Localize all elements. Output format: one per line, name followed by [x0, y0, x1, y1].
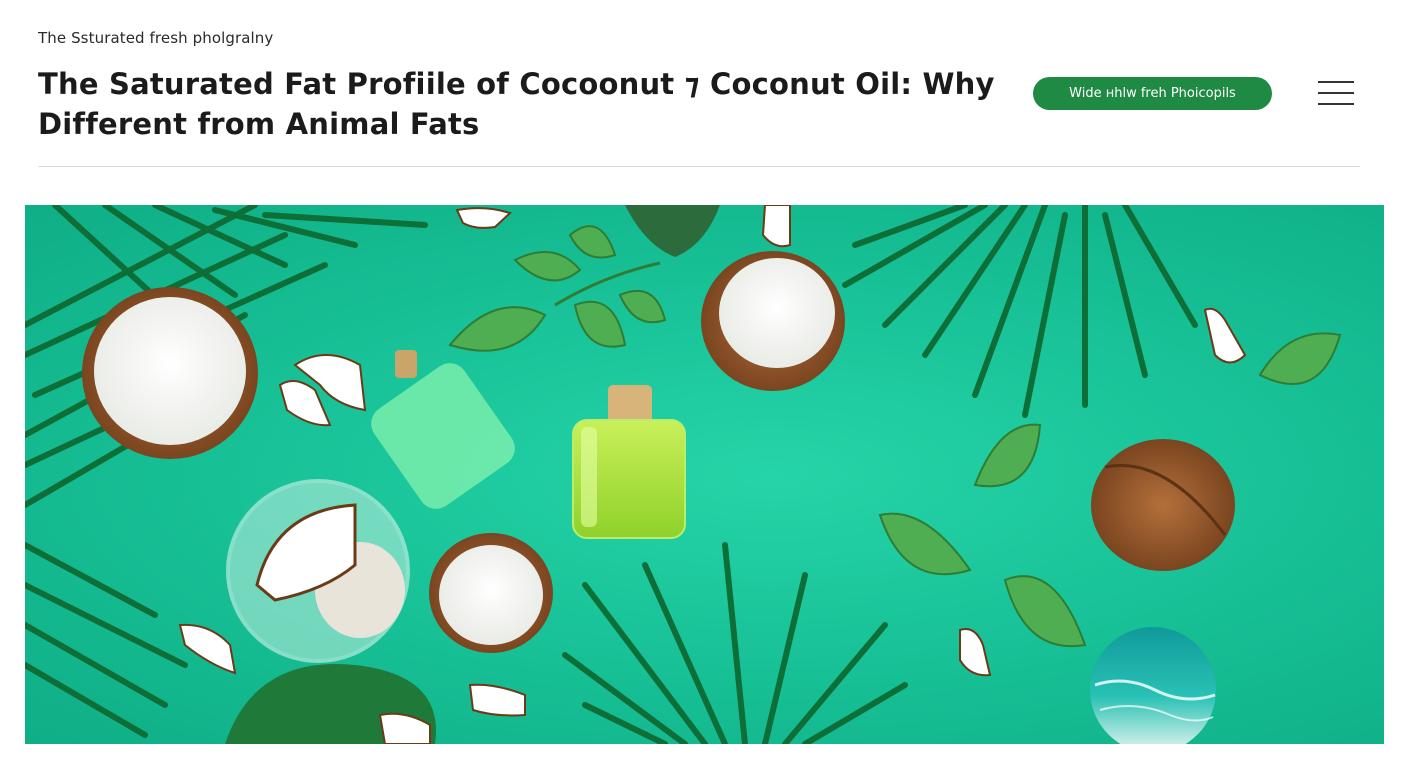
hamburger-menu-icon[interactable]: [1314, 78, 1358, 108]
coconut-half-icon: [429, 533, 553, 653]
coconut-half-icon: [82, 287, 258, 459]
header-divider: [38, 166, 1360, 167]
palm-leaf-icon: [25, 542, 188, 738]
glass-bowl-icon: [226, 479, 410, 663]
ocean-circle-icon: [1090, 627, 1216, 744]
menu-line: [1318, 92, 1354, 94]
menu-line: [1318, 81, 1354, 83]
menu-line: [1318, 103, 1354, 105]
oil-bottle-icon: [572, 385, 686, 539]
page-title: The Saturated Fat Profiile of Cocoonut ⁊…: [38, 67, 995, 141]
palm-leaf-icon: [562, 542, 908, 744]
whole-coconut-icon: [1091, 439, 1235, 571]
hero-image: [25, 205, 1384, 744]
palm-leaf-icon: [842, 205, 1198, 418]
oil-bottle-icon: [371, 350, 515, 509]
coconut-half-icon: [701, 251, 845, 391]
cta-button[interactable]: Wide нhlw freh Phoicopils: [1033, 77, 1272, 110]
site-label: The Ssturated fresh pholgralny: [38, 29, 274, 47]
leaf-icon: [625, 205, 720, 257]
